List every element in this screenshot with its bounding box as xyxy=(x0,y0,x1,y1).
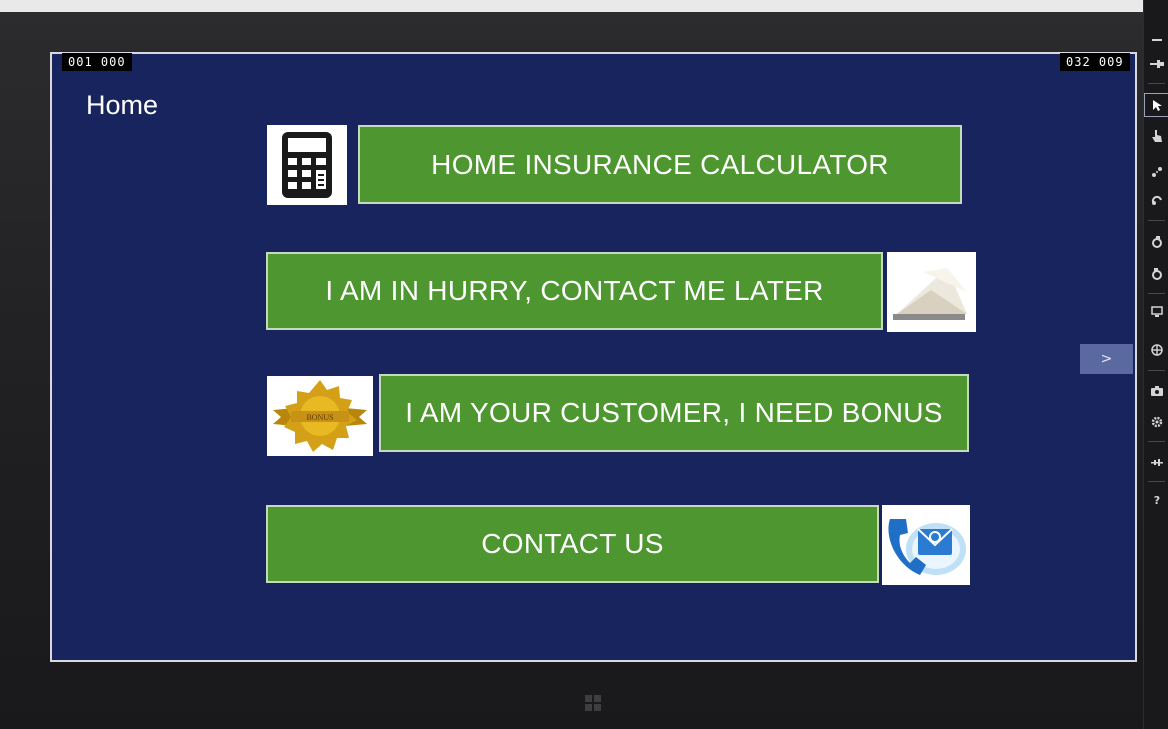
page-title: Home xyxy=(86,90,159,120)
simulator-toolbar: ? xyxy=(1143,0,1168,729)
window-top-bar xyxy=(0,0,1143,12)
minimize-icon[interactable] xyxy=(1144,24,1168,48)
toolbar-separator xyxy=(1148,370,1165,371)
toolbar-separator xyxy=(1148,220,1165,221)
bonus-seal-text: BONUS xyxy=(306,413,333,422)
calculator-icon[interactable] xyxy=(267,125,347,205)
bonus-seal-icon[interactable]: BONUS xyxy=(267,376,373,456)
rotate-counterclockwise-icon[interactable] xyxy=(1144,262,1168,286)
home-insurance-calculator-button[interactable]: HOME INSURANCE CALCULATOR xyxy=(358,125,962,204)
phone-envelope-icon[interactable] xyxy=(882,505,970,585)
network-icon[interactable] xyxy=(1144,450,1168,474)
svg-text:?: ? xyxy=(1153,494,1159,506)
resolution-icon[interactable] xyxy=(1144,300,1168,324)
settings-icon[interactable] xyxy=(1144,410,1168,434)
rotate-touch-icon[interactable] xyxy=(1144,188,1168,212)
help-icon[interactable]: ? xyxy=(1144,488,1168,512)
coordinate-readout-right: 032 009 xyxy=(1060,53,1130,71)
toolbar-separator xyxy=(1148,481,1165,482)
screenshot-icon[interactable] xyxy=(1144,378,1168,402)
location-icon[interactable] xyxy=(1144,338,1168,362)
envelope-icon[interactable] xyxy=(887,252,976,332)
touch-icon[interactable] xyxy=(1144,124,1168,148)
windows-button-icon[interactable] xyxy=(585,695,601,711)
coordinate-readout-left: 001 000 xyxy=(62,53,132,71)
contact-us-button[interactable]: CONTACT US xyxy=(266,505,879,583)
pin-icon[interactable] xyxy=(1144,52,1168,76)
expand-panel-button[interactable]: > xyxy=(1080,344,1133,374)
contact-me-later-button[interactable]: I AM IN HURRY, CONTACT ME LATER xyxy=(266,252,883,330)
toolbar-separator xyxy=(1148,293,1165,294)
rotate-clockwise-icon[interactable] xyxy=(1144,230,1168,254)
pinch-icon[interactable] xyxy=(1144,160,1168,184)
toolbar-separator xyxy=(1148,83,1165,84)
pointer-icon[interactable] xyxy=(1144,93,1168,117)
customer-bonus-button[interactable]: I AM YOUR CUSTOMER, I NEED BONUS xyxy=(379,374,969,452)
toolbar-separator xyxy=(1148,441,1165,442)
